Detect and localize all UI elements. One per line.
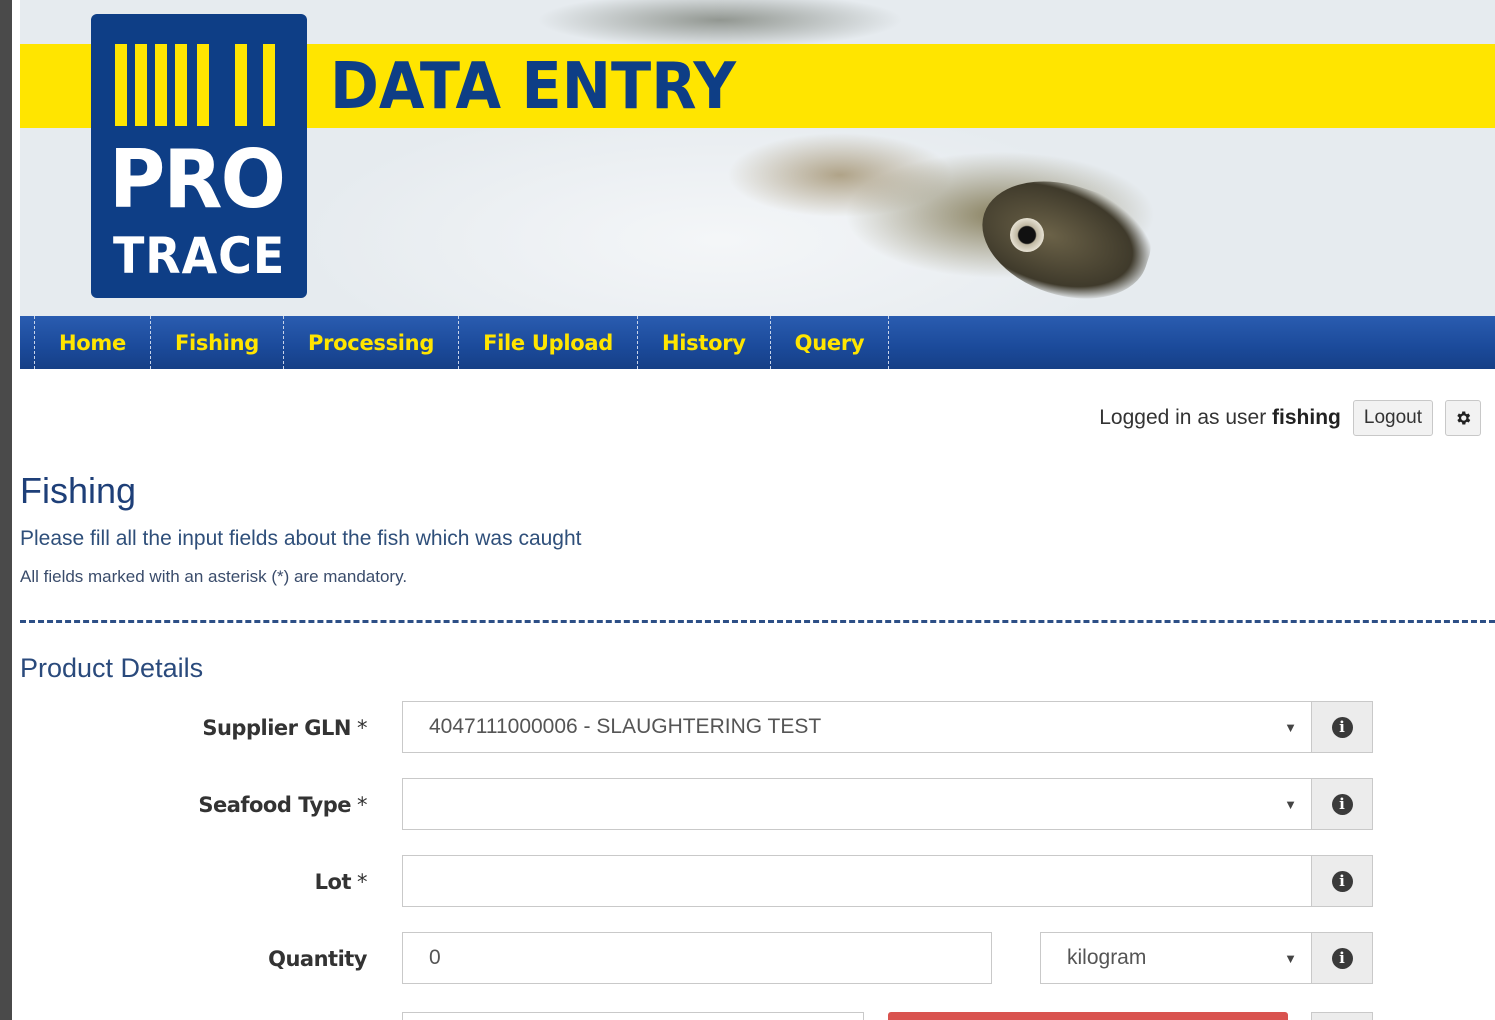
section-title: Product Details [20, 653, 204, 683]
user-status-bar: Logged in as user fishing Logout [1099, 400, 1481, 436]
logo-text-pro: PRO [109, 133, 286, 226]
logo-barcode-icon [115, 44, 285, 126]
logged-in-text: Logged in as user fishing [1099, 406, 1341, 430]
nav-divider [20, 316, 35, 369]
quantity-value: 0 [429, 946, 441, 969]
required-asterisk: * [357, 793, 368, 817]
supplier-gln-select[interactable]: 4047111000006 - SLAUGHTERING TEST ▼ [402, 701, 1312, 753]
page-title: Fishing [20, 470, 137, 511]
next-row-input[interactable] [402, 1012, 864, 1020]
banner-title: DATA ENTRY [330, 50, 736, 124]
info-icon: i [1331, 793, 1353, 815]
settings-button[interactable] [1445, 400, 1481, 436]
section-divider [20, 620, 1495, 623]
seafood-type-info-button[interactable]: i [1311, 778, 1373, 830]
required-asterisk: * [357, 716, 368, 740]
info-icon: i [1331, 947, 1353, 969]
page-description: Please fill all the input fields about t… [20, 527, 582, 550]
supplier-gln-label-text: Supplier GLN [202, 716, 351, 740]
info-icon: i [1331, 716, 1353, 738]
required-asterisk: * [357, 870, 368, 894]
nav-item-file-upload[interactable]: File Upload [459, 316, 638, 369]
supplier-gln-label: Supplier GLN * [202, 701, 367, 755]
form-row-seafood-type: Seafood Type * ▼ i [20, 778, 1495, 832]
protrace-logo[interactable]: PRO TRACE [91, 14, 307, 298]
logout-button[interactable]: Logout [1352, 400, 1433, 436]
form-row-lot: Lot * i [20, 855, 1495, 909]
next-row-info-button[interactable] [1311, 1012, 1373, 1020]
quantity-input[interactable]: 0 [402, 932, 992, 984]
quantity-info-button[interactable]: i [1311, 932, 1373, 984]
mandatory-note: All fields marked with an asterisk (*) a… [20, 567, 408, 586]
nav-item-processing[interactable]: Processing [284, 316, 460, 369]
info-icon: i [1331, 870, 1353, 892]
supplier-gln-value: 4047111000006 - SLAUGHTERING TEST [429, 715, 822, 738]
quantity-unit-value: kilogram [1067, 946, 1147, 969]
form-row-supplier-gln: Supplier GLN * 4047111000006 - SLAUGHTER… [20, 701, 1495, 755]
quantity-label-text: Quantity [268, 947, 367, 971]
seafood-type-select[interactable]: ▼ [402, 778, 1312, 830]
gear-icon [1457, 411, 1471, 425]
supplier-gln-info-button[interactable]: i [1311, 701, 1373, 753]
nav-item-fishing[interactable]: Fishing [151, 316, 285, 369]
dropdown-arrow-icon: ▼ [1284, 951, 1297, 966]
fish-image [967, 161, 1163, 316]
dropdown-arrow-icon: ▼ [1284, 797, 1297, 812]
seafood-type-label-text: Seafood Type [198, 793, 351, 817]
quantity-unit-select[interactable]: kilogram ▼ [1040, 932, 1312, 984]
lot-input[interactable] [402, 855, 1312, 907]
form-row-quantity: Quantity 0 kilogram ▼ i [20, 932, 1495, 986]
lot-info-button[interactable]: i [1311, 855, 1373, 907]
fish-eye-image [1010, 218, 1044, 252]
logo-text-trace: TRACE [113, 227, 286, 285]
lot-label-text: Lot [314, 870, 352, 894]
lot-label: Lot * [314, 855, 368, 909]
quantity-label: Quantity [268, 932, 367, 986]
nav-item-history[interactable]: History [638, 316, 771, 369]
main-nav: Home Fishing Processing File Upload Hist… [20, 316, 1495, 369]
nav-item-query[interactable]: Query [771, 316, 890, 369]
username: fishing [1272, 406, 1341, 429]
nav-item-home[interactable]: Home [35, 316, 151, 369]
dropdown-arrow-icon: ▼ [1284, 720, 1297, 735]
seafood-type-label: Seafood Type * [198, 778, 367, 832]
logged-in-prefix: Logged in as user [1099, 406, 1267, 429]
next-row-red-button[interactable] [888, 1012, 1288, 1020]
page: DATA ENTRY PRO TRACE Home Fishing Proces… [12, 0, 1495, 1020]
header-banner: DATA ENTRY PRO TRACE [20, 0, 1495, 316]
